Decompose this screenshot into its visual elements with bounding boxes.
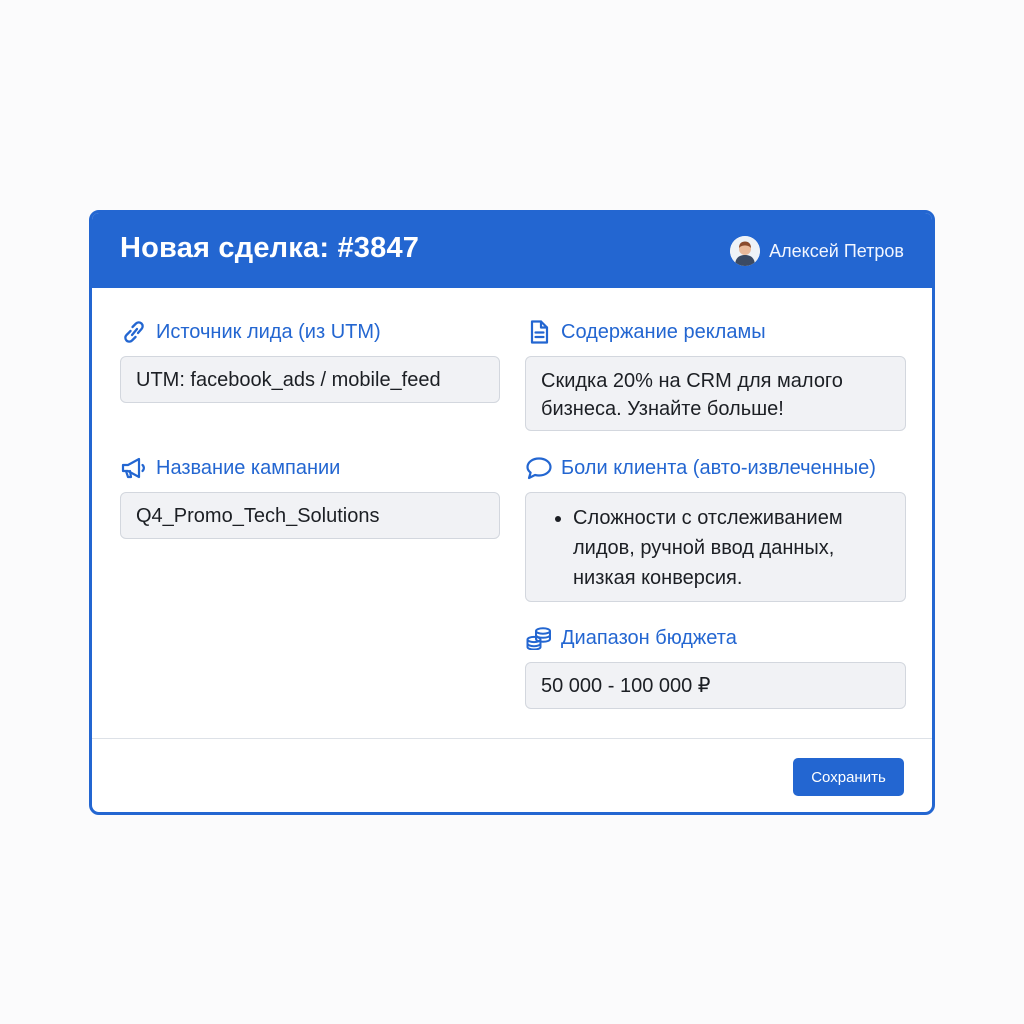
footer-divider [92, 738, 932, 739]
campaign-name-label-row: Название кампании [120, 455, 340, 481]
pain-points-list: Сложности с отслеживанием лидов, ручной … [541, 503, 890, 593]
document-icon [530, 320, 549, 344]
avatar [730, 236, 761, 266]
budget-range-label: Диапазон бюджета [561, 626, 737, 649]
pain-points-value: Сложности с отслеживанием лидов, ручной … [525, 492, 906, 602]
lead-source-label: Источник лида (из UTM) [156, 320, 381, 343]
budget-range-field: Диапазон бюджета 50 000 - 100 000 ₽ [525, 625, 906, 715]
pain-point-item: Сложности с отслеживанием лидов, ручной … [573, 503, 890, 593]
campaign-name-label: Название кампании [156, 456, 341, 479]
user-profile[interactable]: Алексей Петров [730, 235, 904, 267]
pain-points-label-row: Боли клиента (авто-извлеченные) [525, 455, 876, 481]
user-name: Алексей Петров [769, 240, 904, 261]
budget-range-label-row: Диапазон бюджета [525, 625, 737, 651]
chat-bubble-icon [526, 457, 552, 480]
lead-source-field: Источник лида (из UTM) UTM: facebook_ads… [120, 319, 500, 409]
modal-title: Новая сделка: #3847 [120, 232, 420, 264]
ad-content-field: Содержание рекламы Скидка 20% на CRM для… [525, 319, 906, 439]
lead-source-label-row: Источник лида (из UTM) [120, 319, 381, 345]
coins-icon [526, 627, 551, 650]
pain-points-field: Боли клиента (авто-извлеченные) Сложност… [525, 455, 906, 605]
ad-content-value: Скидка 20% на CRM для малого бизнеса. Уз… [525, 356, 906, 431]
megaphone-icon [121, 457, 145, 479]
pain-points-label: Боли клиента (авто-извлеченные) [561, 456, 876, 479]
link-icon [124, 321, 144, 343]
campaign-name-field: Название кампании Q4_Promo_Tech_Solution… [120, 455, 500, 545]
save-button[interactable]: Сохранить [793, 758, 904, 796]
new-deal-modal: Новая сделка: #3847 Алексей Петров Источ… [89, 210, 935, 815]
campaign-name-value: Q4_Promo_Tech_Solutions [120, 492, 500, 539]
lead-source-value: UTM: facebook_ads / mobile_feed [120, 356, 500, 403]
ad-content-label-row: Содержание рекламы [525, 319, 766, 345]
modal-header: Новая сделка: #3847 Алексей Петров [92, 213, 932, 288]
ad-content-label: Содержание рекламы [561, 320, 766, 343]
budget-range-value: 50 000 - 100 000 ₽ [525, 662, 906, 709]
